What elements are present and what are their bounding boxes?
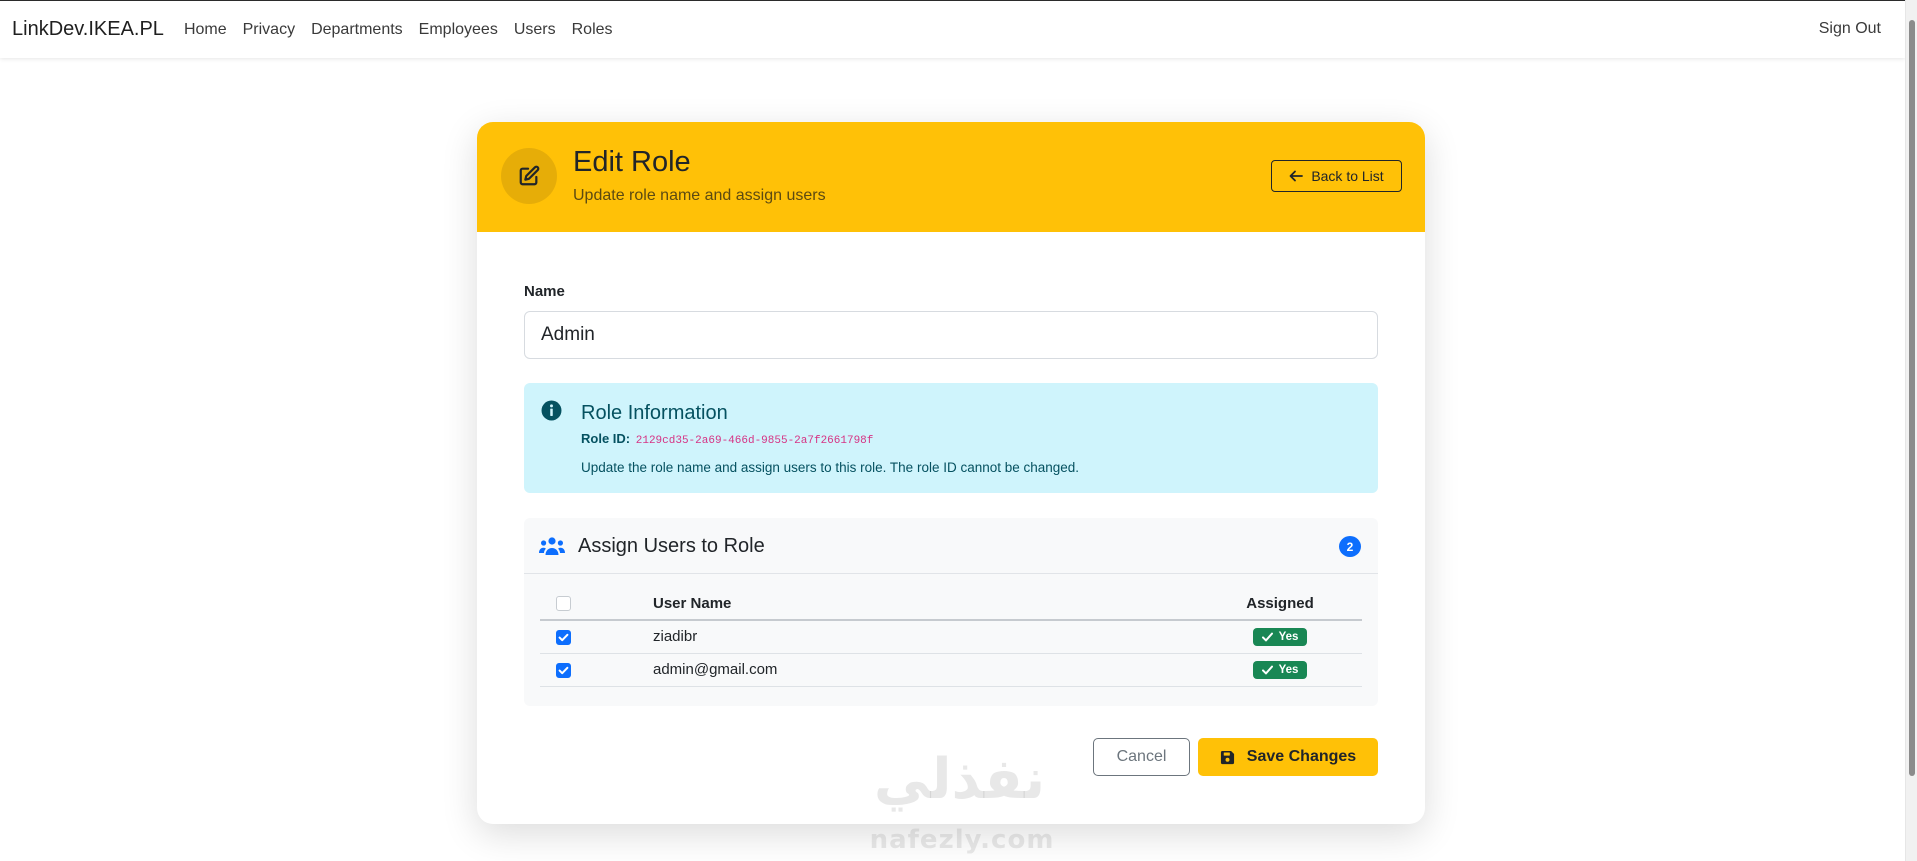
name-label: Name bbox=[524, 283, 565, 300]
assigned-count-badge: 2 bbox=[1339, 536, 1361, 557]
page-subtitle: Update role name and assign users bbox=[573, 187, 826, 204]
nav-home[interactable]: Home bbox=[176, 21, 235, 39]
back-to-list-label: Back to List bbox=[1311, 168, 1384, 184]
user-checkbox[interactable] bbox=[556, 629, 571, 645]
users-table: User Name Assigned ziadibr Yes admin@gma… bbox=[540, 587, 1362, 687]
floppy-disk-icon bbox=[1220, 750, 1234, 764]
nav-privacy[interactable]: Privacy bbox=[235, 21, 303, 39]
table-row: ziadibr Yes bbox=[540, 620, 1362, 653]
back-to-list-button[interactable]: Back to List bbox=[1271, 160, 1402, 192]
user-checkbox[interactable] bbox=[556, 662, 571, 678]
edit-icon bbox=[501, 148, 557, 204]
user-name-cell: admin@gmail.com bbox=[653, 661, 778, 678]
nav-departments[interactable]: Departments bbox=[303, 21, 411, 39]
nav-employees[interactable]: Employees bbox=[411, 21, 506, 39]
assign-users-header: Assign Users to Role 2 bbox=[524, 518, 1378, 574]
card-header: Edit Role Update role name and assign us… bbox=[477, 122, 1425, 232]
scrollbar-thumb[interactable] bbox=[1909, 20, 1915, 776]
column-header-assigned: Assigned bbox=[1246, 594, 1314, 612]
watermark-latin-text: nafezly.com bbox=[869, 825, 1055, 855]
check-icon bbox=[1261, 632, 1273, 642]
table-header-row: User Name Assigned bbox=[540, 587, 1362, 620]
row-checkbox-cell bbox=[540, 620, 653, 653]
info-circle-icon bbox=[541, 400, 562, 421]
select-all-cell bbox=[540, 587, 653, 620]
nav-links: Home Privacy Departments Employees Users… bbox=[176, 21, 621, 39]
assigned-badge-label: Yes bbox=[1278, 663, 1299, 676]
info-text: Update the role name and assign users to… bbox=[581, 460, 1080, 475]
sign-out-link[interactable]: Sign Out bbox=[1819, 20, 1881, 38]
assigned-cell: Yes bbox=[1198, 653, 1362, 686]
table-row: admin@gmail.com Yes bbox=[540, 653, 1362, 686]
check-icon bbox=[1261, 665, 1273, 674]
row-checkbox-cell bbox=[540, 653, 653, 686]
assigned-badge: Yes bbox=[1252, 660, 1308, 679]
info-title: Role Information bbox=[581, 402, 728, 424]
arrow-left-icon bbox=[1289, 170, 1304, 182]
column-header-username: User Name bbox=[653, 594, 732, 612]
role-id-label: Role ID: bbox=[581, 431, 631, 446]
edit-role-card: Edit Role Update role name and assign us… bbox=[477, 122, 1425, 824]
check-icon bbox=[558, 633, 569, 641]
save-changes-button[interactable]: Save Changes bbox=[1198, 738, 1378, 776]
page-title: Edit Role bbox=[573, 146, 691, 178]
assigned-badge: Yes bbox=[1252, 627, 1308, 646]
nav-roles[interactable]: Roles bbox=[564, 21, 621, 39]
role-info-alert: Role Information Role ID: 2129cd35-2a69-… bbox=[524, 383, 1378, 493]
role-id-value: 2129cd35-2a69-466d-9855-2a7f2661798f bbox=[635, 435, 874, 447]
assign-users-title: Assign Users to Role bbox=[578, 535, 765, 557]
check-icon bbox=[558, 666, 569, 674]
nav-users[interactable]: Users bbox=[506, 21, 564, 39]
name-input[interactable] bbox=[524, 311, 1378, 359]
assigned-cell: Yes bbox=[1198, 620, 1362, 653]
assign-users-panel: Assign Users to Role 2 User Name Assigne… bbox=[524, 518, 1378, 706]
select-all-checkbox[interactable] bbox=[556, 596, 571, 612]
cancel-button[interactable]: Cancel bbox=[1093, 738, 1190, 776]
users-icon bbox=[539, 537, 565, 555]
page-scrollbar[interactable] bbox=[1905, 0, 1917, 861]
user-name-cell: ziadibr bbox=[653, 628, 698, 646]
top-navbar: LinkDev.IKEA.PL Home Privacy Departments… bbox=[0, 0, 1905, 58]
brand-link[interactable]: LinkDev.IKEA.PL bbox=[12, 18, 164, 41]
save-changes-label: Save Changes bbox=[1246, 748, 1357, 765]
role-id-line: Role ID: 2129cd35-2a69-466d-9855-2a7f266… bbox=[581, 431, 873, 447]
assigned-badge-label: Yes bbox=[1278, 630, 1299, 643]
